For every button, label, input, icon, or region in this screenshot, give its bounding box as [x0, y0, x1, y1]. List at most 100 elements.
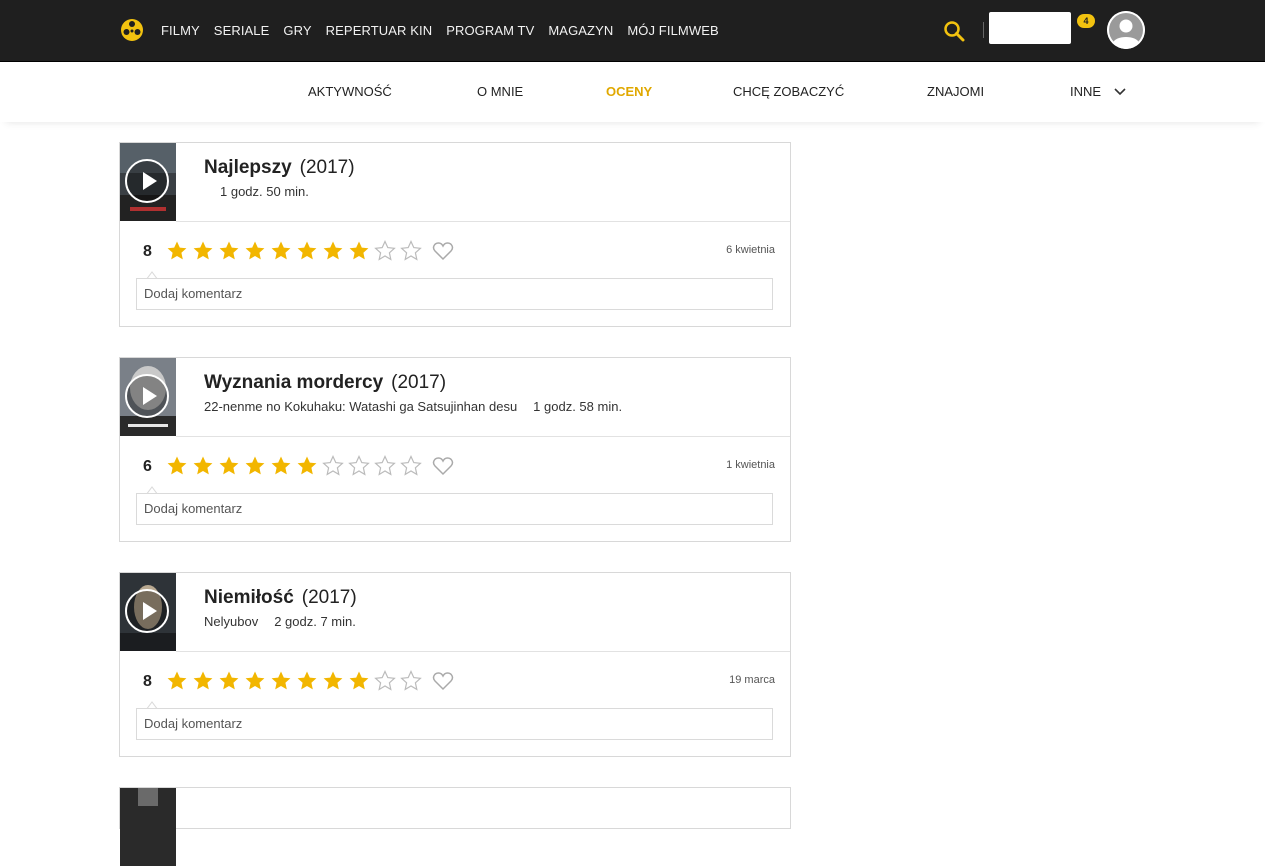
heart-icon[interactable] [432, 241, 454, 261]
original-title: 22-nenme no Kokuhaku: Watashi ga Satsuji… [204, 399, 518, 414]
movie-title[interactable]: Wyznania mordercy [204, 372, 383, 393]
star-filled-icon[interactable] [192, 240, 214, 262]
star-filled-icon[interactable] [322, 240, 344, 262]
heart-icon[interactable] [432, 671, 454, 691]
rating-value: 6 [143, 458, 152, 475]
user-menu-box[interactable] [989, 12, 1071, 44]
rating-card: Wyznania mordercy (2017) 22-nenme no Koku… [119, 357, 791, 542]
tab-oceny[interactable]: OCENY [606, 84, 652, 99]
star-filled-icon[interactable] [166, 455, 188, 477]
filmweb-logo-icon[interactable] [120, 18, 144, 42]
star-filled-icon[interactable] [166, 670, 188, 692]
movie-meta: 1 godz. 50 min. [204, 184, 309, 199]
poster-image-icon [120, 788, 176, 866]
movie-year: (2017) [299, 157, 355, 178]
rating-stars [166, 670, 422, 692]
play-icon[interactable] [125, 159, 169, 203]
star-empty-icon[interactable] [400, 240, 422, 262]
movie-meta: 22-nenme no Kokuhaku: Watashi ga Satsuji… [204, 399, 622, 414]
star-filled-icon[interactable] [296, 240, 318, 262]
movie-meta: Nelyubov 2 godz. 7 min. [204, 614, 356, 629]
star-filled-icon[interactable] [218, 670, 240, 692]
star-filled-icon[interactable] [270, 670, 292, 692]
movie-poster[interactable] [120, 358, 176, 436]
star-filled-icon[interactable] [192, 670, 214, 692]
comment-input[interactable]: Dodaj komentarz [136, 278, 773, 310]
rating-value: 8 [143, 673, 152, 690]
movie-year: (2017) [391, 372, 447, 393]
divider [176, 436, 790, 437]
movie-title-row: Najlepszy (2017) [204, 157, 355, 179]
notification-badge[interactable]: 4 [1077, 14, 1095, 28]
tab-inne[interactable]: INNE [1070, 84, 1101, 99]
avatar[interactable] [1107, 11, 1145, 49]
rating-card [119, 787, 791, 866]
tab-aktywnosc[interactable]: AKTYWNOŚĆ [308, 84, 392, 99]
play-icon[interactable] [125, 374, 169, 418]
rating-card: Niemiłość (2017) Nelyubov 2 godz. 7 min. 8… [119, 572, 791, 757]
menu-item-repertuar-kin[interactable]: REPERTUAR KIN [326, 23, 433, 38]
star-filled-icon[interactable] [322, 670, 344, 692]
search-icon[interactable] [943, 20, 965, 42]
star-filled-icon[interactable] [244, 240, 266, 262]
menu-item-magazyn[interactable]: MAGAZYN [548, 23, 613, 38]
original-title: Nelyubov [204, 614, 259, 629]
star-filled-icon[interactable] [348, 240, 370, 262]
play-icon[interactable] [125, 589, 169, 633]
rating-date: 1 kwietnia [726, 459, 775, 471]
movie-title-row: Niemiłość (2017) [204, 587, 357, 609]
movie-year: (2017) [301, 587, 357, 608]
tab-o-mnie[interactable]: O MNIE [477, 84, 523, 99]
star-filled-icon[interactable] [192, 455, 214, 477]
star-filled-icon[interactable] [296, 670, 318, 692]
star-empty-icon[interactable] [348, 455, 370, 477]
movie-poster[interactable] [120, 573, 176, 651]
star-filled-icon[interactable] [296, 455, 318, 477]
star-filled-icon[interactable] [270, 455, 292, 477]
rating-card: Najlepszy (2017) 1 godz. 50 min. 8 6 kwie… [119, 142, 791, 327]
tab-znajomi[interactable]: ZNAJOMI [927, 84, 984, 99]
star-empty-icon[interactable] [374, 670, 396, 692]
movie-title[interactable]: Najlepszy [204, 157, 292, 178]
star-filled-icon[interactable] [270, 240, 292, 262]
tab-chce-zobaczyc[interactable]: CHCĘ ZOBACZYĆ [733, 84, 844, 99]
movie-duration: 1 godz. 50 min. [220, 184, 309, 199]
star-empty-icon[interactable] [400, 455, 422, 477]
star-filled-icon[interactable] [244, 670, 266, 692]
movie-title-row: Wyznania mordercy (2017) [204, 372, 446, 394]
star-empty-icon[interactable] [374, 240, 396, 262]
user-avatar-icon [1107, 11, 1145, 49]
star-filled-icon[interactable] [348, 670, 370, 692]
menu-item-filmy[interactable]: FILMY [161, 23, 200, 38]
star-filled-icon[interactable] [218, 240, 240, 262]
rating-date: 6 kwietnia [726, 244, 775, 256]
movie-duration: 1 godz. 58 min. [533, 399, 623, 414]
star-empty-icon[interactable] [400, 670, 422, 692]
chevron-down-icon[interactable] [1113, 86, 1127, 98]
heart-icon[interactable] [432, 456, 454, 476]
star-filled-icon[interactable] [218, 455, 240, 477]
rating-date: 19 marca [729, 674, 775, 686]
star-filled-icon[interactable] [166, 240, 188, 262]
menu-item-seriale[interactable]: SERIALE [214, 23, 270, 38]
comment-input[interactable]: Dodaj komentarz [136, 493, 773, 525]
menu-item-moj-filmweb[interactable]: MÓJ FILMWEB [627, 23, 718, 38]
profile-tabs: AKTYWNOŚĆ O MNIE OCENY CHCĘ ZOBACZYĆ ZNA… [0, 62, 1265, 122]
movie-poster[interactable] [120, 143, 176, 221]
rating-value: 8 [143, 243, 152, 260]
rating-stars [166, 240, 422, 262]
divider [176, 651, 790, 652]
star-empty-icon[interactable] [322, 455, 344, 477]
movie-title[interactable]: Niemiłość [204, 587, 294, 608]
comment-input[interactable]: Dodaj komentarz [136, 708, 773, 740]
top-navigation: FILMY SERIALE GRY REPERTUAR KIN PROGRAM … [0, 0, 1265, 62]
menu-item-program-tv[interactable]: PROGRAM TV [446, 23, 534, 38]
movie-poster[interactable] [120, 788, 176, 866]
main-menu: FILMY SERIALE GRY REPERTUAR KIN PROGRAM … [161, 0, 733, 61]
divider [176, 221, 790, 222]
star-empty-icon[interactable] [374, 455, 396, 477]
rating-stars [166, 455, 422, 477]
star-filled-icon[interactable] [244, 455, 266, 477]
movie-duration: 2 godz. 7 min. [274, 614, 356, 629]
menu-item-gry[interactable]: GRY [283, 23, 311, 38]
